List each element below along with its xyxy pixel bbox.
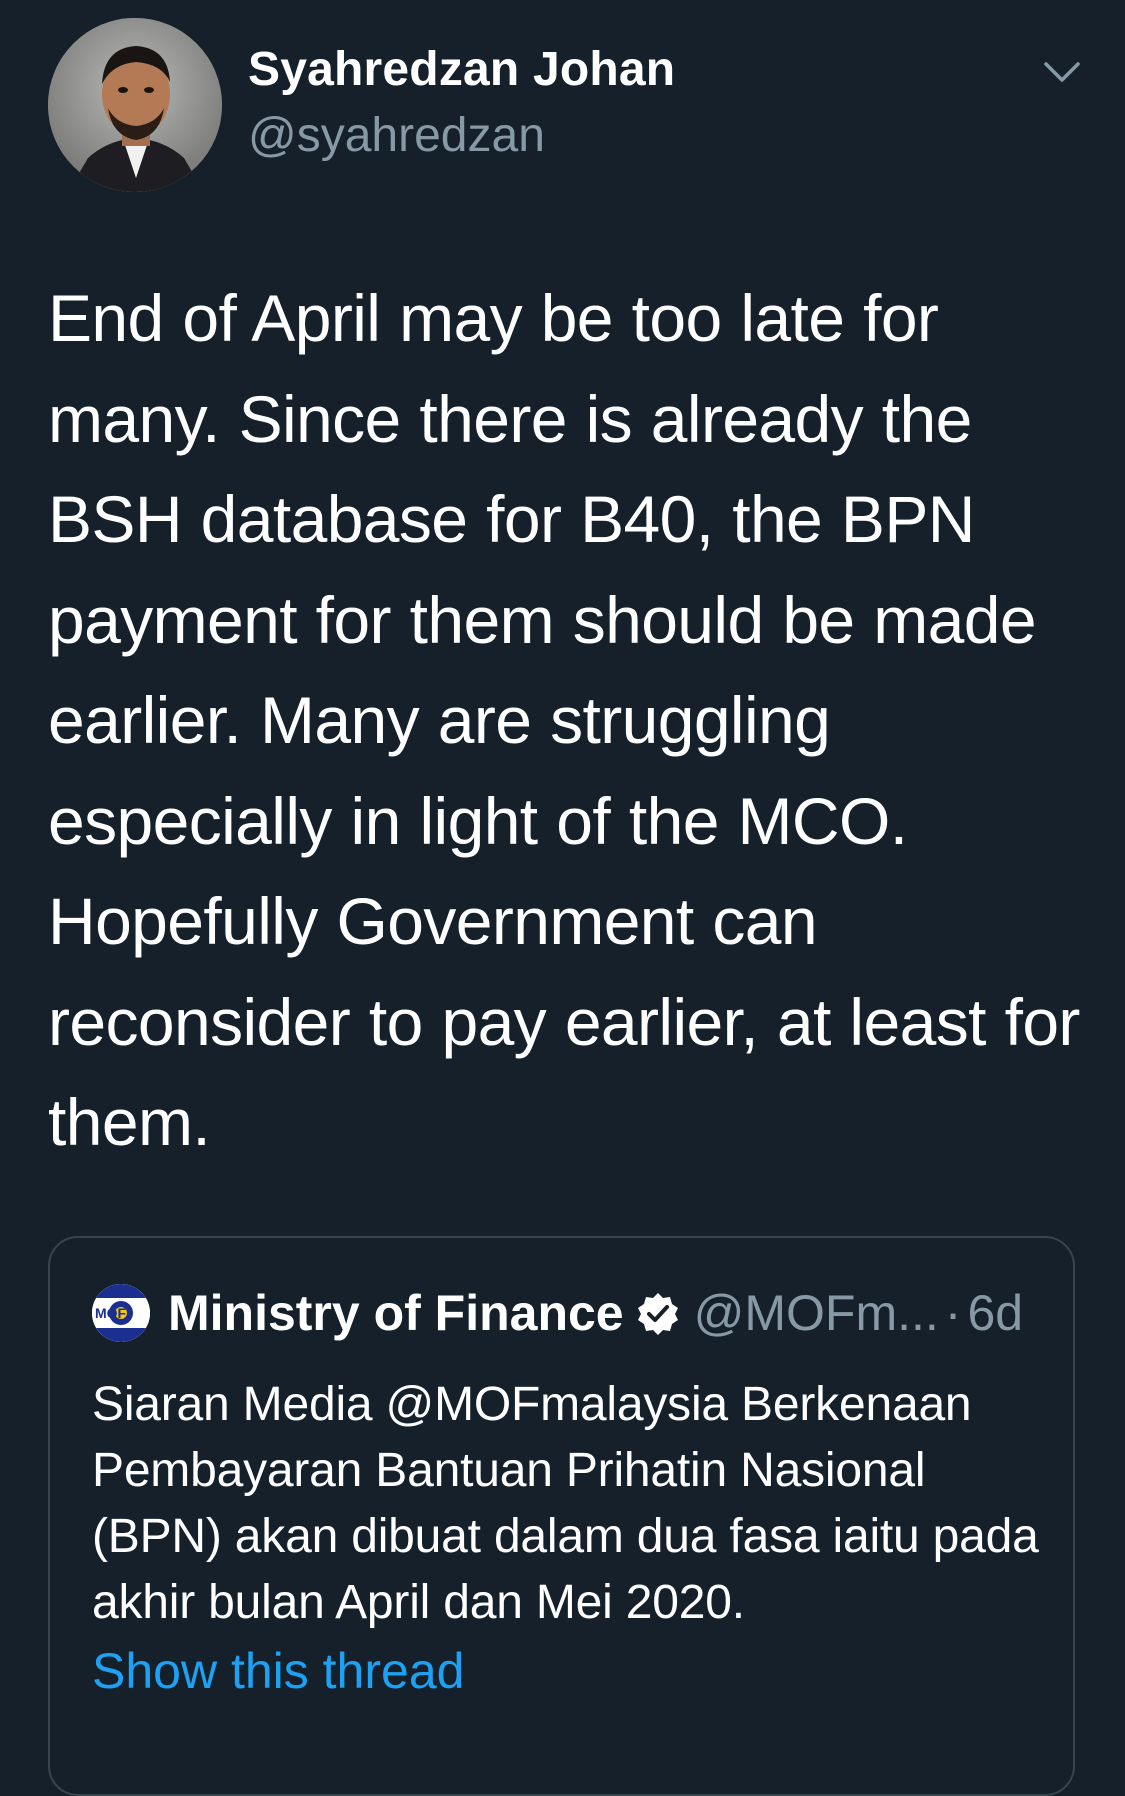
quoted-tweet-handle[interactable]: @MOFm... [694, 1285, 939, 1341]
quoted-tweet-time[interactable]: 6d [967, 1285, 1023, 1341]
quoted-tweet-text: Siaran Media @MOFmalaysia Berkenaan Pemb… [92, 1378, 1039, 1629]
quoted-tweet-name[interactable]: Ministry of Finance [168, 1285, 624, 1341]
author-avatar[interactable] [48, 18, 222, 192]
author-name[interactable]: Syahredzan Johan [248, 42, 675, 97]
show-thread-link[interactable]: Show this thread [92, 1642, 464, 1700]
quoted-tweet-avatar[interactable]: MOF [92, 1284, 150, 1342]
chevron-down-icon[interactable] [1042, 58, 1082, 86]
svg-text:MOF: MOF [95, 1305, 127, 1321]
author-handle[interactable]: @syahredzan [248, 108, 545, 163]
quoted-tweet-separator: · [944, 1285, 962, 1341]
tweet-text: End of April may be too late for many. S… [48, 281, 1080, 1159]
quoted-tweet-header: Ministry of Finance @MOFm... · 6d [168, 1282, 1023, 1344]
author-photo [48, 18, 222, 192]
verified-badge-icon [634, 1290, 682, 1338]
tweet: Syahredzan Johan @syahredzan End of Apri… [0, 0, 1125, 1796]
quoted-tweet-card[interactable]: MOF Ministry of Finance @MOFm... · 6d Siara… [48, 1236, 1075, 1796]
mof-logo-icon: MOF [92, 1284, 150, 1342]
